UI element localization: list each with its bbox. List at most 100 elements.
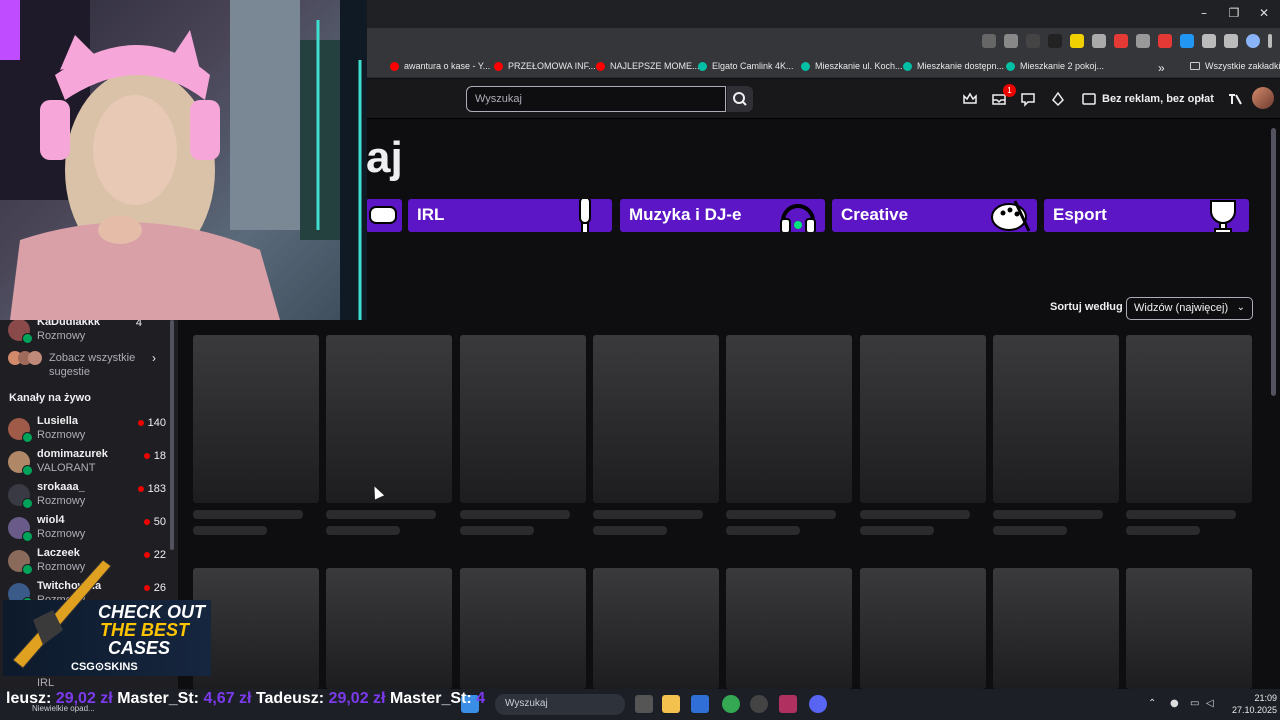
donation-amount: 29,02 zł [328, 690, 386, 707]
ad-overlay[interactable]: CHECK OUT THE BEST CASES CSG⊙SKINS [3, 559, 211, 676]
display-icon[interactable]: ▭ [1190, 698, 1199, 709]
bookmark-item[interactable]: Elgato Camlink 4K... [698, 61, 794, 71]
viewer-count: 140 [137, 417, 166, 429]
bits-icon[interactable] [1050, 91, 1066, 107]
channel-name: Lusiella [37, 415, 78, 427]
taskbar-clock[interactable]: 21:09 27.10.2025 [1232, 692, 1277, 716]
channel-category: IRL [37, 677, 55, 689]
extension-icon[interactable] [1092, 34, 1106, 48]
bookmark-item[interactable]: Mieszkanie 2 pokoj... [1006, 61, 1104, 71]
youtube-icon [390, 61, 399, 71]
file-explorer-icon[interactable] [662, 695, 680, 713]
extension-icon[interactable] [1026, 34, 1040, 48]
search-button[interactable] [727, 86, 753, 112]
star-icon[interactable] [1004, 34, 1018, 48]
extension-icon[interactable] [1048, 34, 1062, 48]
puzzle-icon[interactable] [1202, 34, 1216, 48]
playlist-icon[interactable] [1224, 34, 1238, 48]
chrome-icon[interactable] [722, 695, 740, 713]
category-music[interactable]: Muzyka i DJ-e [620, 199, 825, 232]
ad-headline: CASES [108, 638, 171, 658]
bookmark-item[interactable]: Mieszkanie dostępn... [903, 61, 1004, 71]
stream-card-placeholder[interactable] [726, 568, 852, 689]
task-view-icon[interactable] [635, 695, 653, 713]
subtitle-placeholder [460, 526, 534, 535]
bookmark-label: NAJLEPSZE MOME... [610, 61, 700, 71]
extension-icon[interactable] [1114, 34, 1128, 48]
search-input[interactable]: Wyszukaj [466, 86, 726, 112]
stream-card-placeholder[interactable] [1126, 335, 1252, 503]
live-dot-icon [143, 453, 150, 459]
sort-select[interactable]: Widzów (najwięcej) ⌄ [1126, 297, 1253, 320]
extension-icon[interactable] [1070, 34, 1084, 48]
sidebar-channel[interactable]: wiol4 Rozmowy 50 [8, 514, 174, 546]
whispers-icon[interactable] [1020, 91, 1036, 107]
stream-card-placeholder[interactable] [593, 335, 719, 503]
category-esport[interactable]: Esport [1044, 199, 1249, 232]
category-icon [22, 498, 33, 509]
bookmark-item[interactable]: PRZEŁOMOWA INF... [494, 61, 596, 71]
category-games[interactable] [366, 199, 402, 232]
store-icon[interactable] [691, 695, 709, 713]
all-bookmarks-button[interactable]: Wszystkie zakładki [1190, 61, 1280, 71]
category-creative[interactable]: Creative [832, 199, 1037, 232]
clock-time: 21:09 [1254, 693, 1278, 703]
stream-card-placeholder[interactable] [1126, 568, 1252, 689]
stream-card-placeholder[interactable] [860, 568, 986, 689]
crown-icon[interactable] [962, 91, 978, 107]
youtube-icon [596, 61, 605, 71]
channel-avatar [8, 319, 33, 344]
shield-icon[interactable] [1136, 34, 1150, 48]
stream-card-placeholder[interactable] [460, 568, 586, 689]
volume-icon[interactable]: ◁ [1206, 698, 1214, 709]
menu-icon[interactable] [1268, 34, 1272, 48]
taskbar-search[interactable]: Wyszukaj [495, 694, 625, 715]
sidebar-scrollbar[interactable] [170, 320, 174, 550]
profile-icon[interactable] [1246, 34, 1260, 48]
obs-icon[interactable] [750, 695, 768, 713]
stream-card-placeholder[interactable] [860, 335, 986, 503]
no-ads-button[interactable]: Bez reklam, bez opłat [1082, 89, 1214, 109]
sidebar-channel[interactable]: Lusiella Rozmowy 140 [8, 415, 174, 447]
zoom-icon[interactable] [982, 34, 996, 48]
microphone-icon[interactable]: ● [1170, 698, 1179, 709]
avatar-stack-icon [28, 351, 42, 365]
chevron-up-icon[interactable]: ⌃ [1148, 698, 1156, 709]
close-icon[interactable]: ✕ [1254, 6, 1274, 20]
stream-card-placeholder[interactable] [993, 335, 1119, 503]
category-irl[interactable]: IRL [408, 199, 612, 232]
bookmark-item[interactable]: Mieszkanie ul. Koch... [801, 61, 903, 71]
sidebar-channel[interactable]: srokaaa_ Rozmowy 183 [8, 481, 174, 513]
user-avatar[interactable] [1252, 87, 1274, 109]
channel-name: domimazurek [37, 448, 108, 460]
rifle-icon [12, 559, 112, 669]
category-label: IRL [417, 205, 445, 224]
channel-avatar [8, 484, 33, 509]
stream-card-placeholder[interactable] [993, 568, 1119, 689]
stream-card-placeholder[interactable] [593, 568, 719, 689]
twitch-turbo-icon[interactable] [1227, 91, 1243, 107]
discord-icon[interactable] [809, 695, 827, 713]
channel-name: srokaaa_ [37, 481, 85, 493]
stream-card-placeholder[interactable] [326, 335, 452, 503]
stream-card-placeholder[interactable] [460, 335, 586, 503]
extension-icon[interactable] [1158, 34, 1172, 48]
bookmark-item[interactable]: awantura o kase - Y... [390, 61, 490, 71]
more-bookmarks-button[interactable]: » [1158, 61, 1165, 75]
stream-card-placeholder[interactable] [726, 335, 852, 503]
live-dot-icon [143, 519, 150, 525]
minimize-icon[interactable]: – [1194, 6, 1214, 20]
app-icon[interactable] [779, 695, 797, 713]
sidebar-channel[interactable]: KaDudiakkk Rozmowy 4 [8, 316, 174, 348]
see-all-label: Zobacz wszystkie sugestie [49, 352, 136, 378]
viewer-count-value: 140 [147, 417, 166, 429]
stream-card-placeholder[interactable] [326, 568, 452, 689]
main-scrollbar[interactable] [1271, 128, 1276, 396]
extension-icon[interactable] [1180, 34, 1194, 48]
restore-icon[interactable]: ❐ [1224, 6, 1244, 20]
stream-card-placeholder[interactable] [193, 568, 319, 689]
sidebar-channel[interactable]: domimazurek VALORANT 18 [8, 448, 174, 480]
see-all-suggestions[interactable]: Zobacz wszystkie sugestie › [8, 349, 174, 383]
stream-card-placeholder[interactable] [193, 335, 319, 503]
bookmark-item[interactable]: NAJLEPSZE MOME... [596, 61, 700, 71]
